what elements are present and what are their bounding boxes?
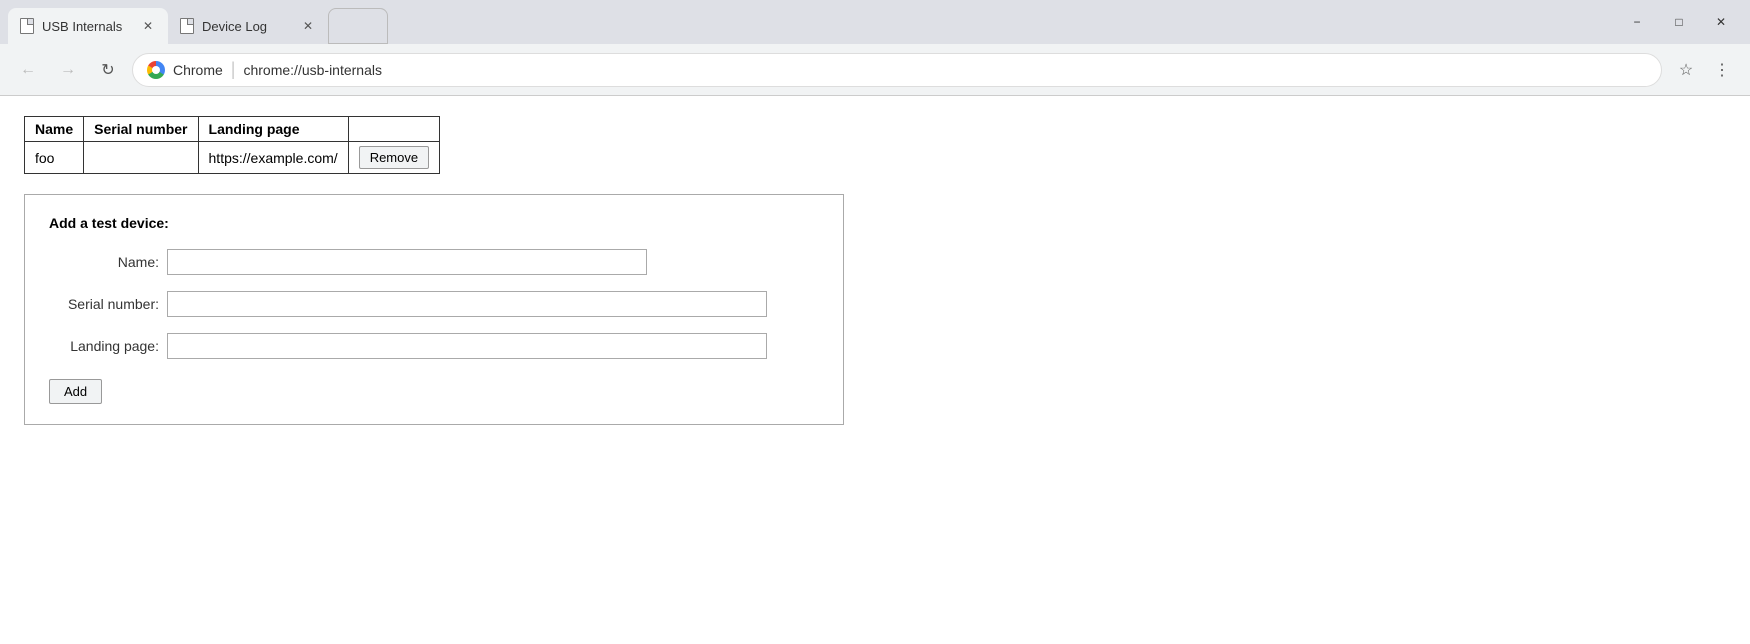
forward-icon: →	[60, 61, 76, 79]
chrome-label: Chrome	[173, 62, 223, 78]
title-bar: USB Internals ✕ Device Log ✕ − □ ✕	[0, 0, 1750, 44]
landing-label: Landing page:	[49, 338, 159, 354]
bookmark-button[interactable]: ☆	[1670, 54, 1702, 86]
col-header-action	[348, 117, 439, 142]
name-row: Name:	[49, 249, 819, 275]
col-header-landing: Landing page	[198, 117, 348, 142]
name-input[interactable]	[167, 249, 647, 275]
reload-button[interactable]: ↻	[92, 54, 124, 86]
col-header-name: Name	[25, 117, 84, 142]
tab-doc-icon	[20, 18, 34, 34]
menu-button[interactable]: ⋮	[1706, 54, 1738, 86]
table-row: foo https://example.com/Remove	[25, 142, 440, 174]
tab-usb-internals[interactable]: USB Internals ✕	[8, 8, 168, 44]
address-bar[interactable]: Chrome | chrome://usb-internals	[132, 53, 1662, 87]
add-button[interactable]: Add	[49, 379, 102, 404]
device-table: Name Serial number Landing page foo https…	[24, 116, 440, 174]
reload-icon: ↻	[101, 60, 114, 80]
back-icon: ←	[20, 61, 36, 79]
chrome-logo-icon	[147, 61, 165, 79]
back-button[interactable]: ←	[12, 54, 44, 86]
address-url: chrome://usb-internals	[243, 62, 382, 78]
cell-action: Remove	[348, 142, 439, 174]
landing-row: Landing page:	[49, 333, 819, 359]
cell-landing: https://example.com/	[198, 142, 348, 174]
serial-input[interactable]	[167, 291, 767, 317]
landing-input[interactable]	[167, 333, 767, 359]
col-header-serial: Serial number	[84, 117, 198, 142]
add-device-title: Add a test device:	[49, 215, 819, 231]
add-device-box: Add a test device: Name: Serial number: …	[24, 194, 844, 425]
toolbar: ← → ↻ Chrome | chrome://usb-internals ☆ …	[0, 44, 1750, 96]
remove-button[interactable]: Remove	[359, 146, 429, 169]
tab-close-usb-internals[interactable]: ✕	[140, 18, 156, 34]
serial-row: Serial number:	[49, 291, 819, 317]
address-separator: |	[231, 59, 236, 80]
tab-device-log[interactable]: Device Log ✕	[168, 8, 328, 44]
tab-doc-icon-2	[180, 18, 194, 34]
close-button[interactable]: ✕	[1708, 9, 1734, 35]
page-content: Name Serial number Landing page foo https…	[0, 96, 1750, 644]
tab-empty	[328, 8, 388, 44]
cell-name: foo	[25, 142, 84, 174]
bookmark-icon: ☆	[1679, 60, 1693, 80]
serial-label: Serial number:	[49, 296, 159, 312]
name-label: Name:	[49, 254, 159, 270]
minimize-button[interactable]: −	[1624, 9, 1650, 35]
toolbar-right: ☆ ⋮	[1670, 54, 1738, 86]
tab-title-device-log: Device Log	[202, 19, 292, 34]
cell-serial	[84, 142, 198, 174]
tabs-area: USB Internals ✕ Device Log ✕	[8, 0, 1624, 44]
tab-close-device-log[interactable]: ✕	[300, 18, 316, 34]
forward-button[interactable]: →	[52, 54, 84, 86]
window-controls: − □ ✕	[1624, 9, 1742, 35]
tab-title-usb-internals: USB Internals	[42, 19, 132, 34]
menu-icon: ⋮	[1714, 60, 1730, 80]
maximize-button[interactable]: □	[1666, 9, 1692, 35]
